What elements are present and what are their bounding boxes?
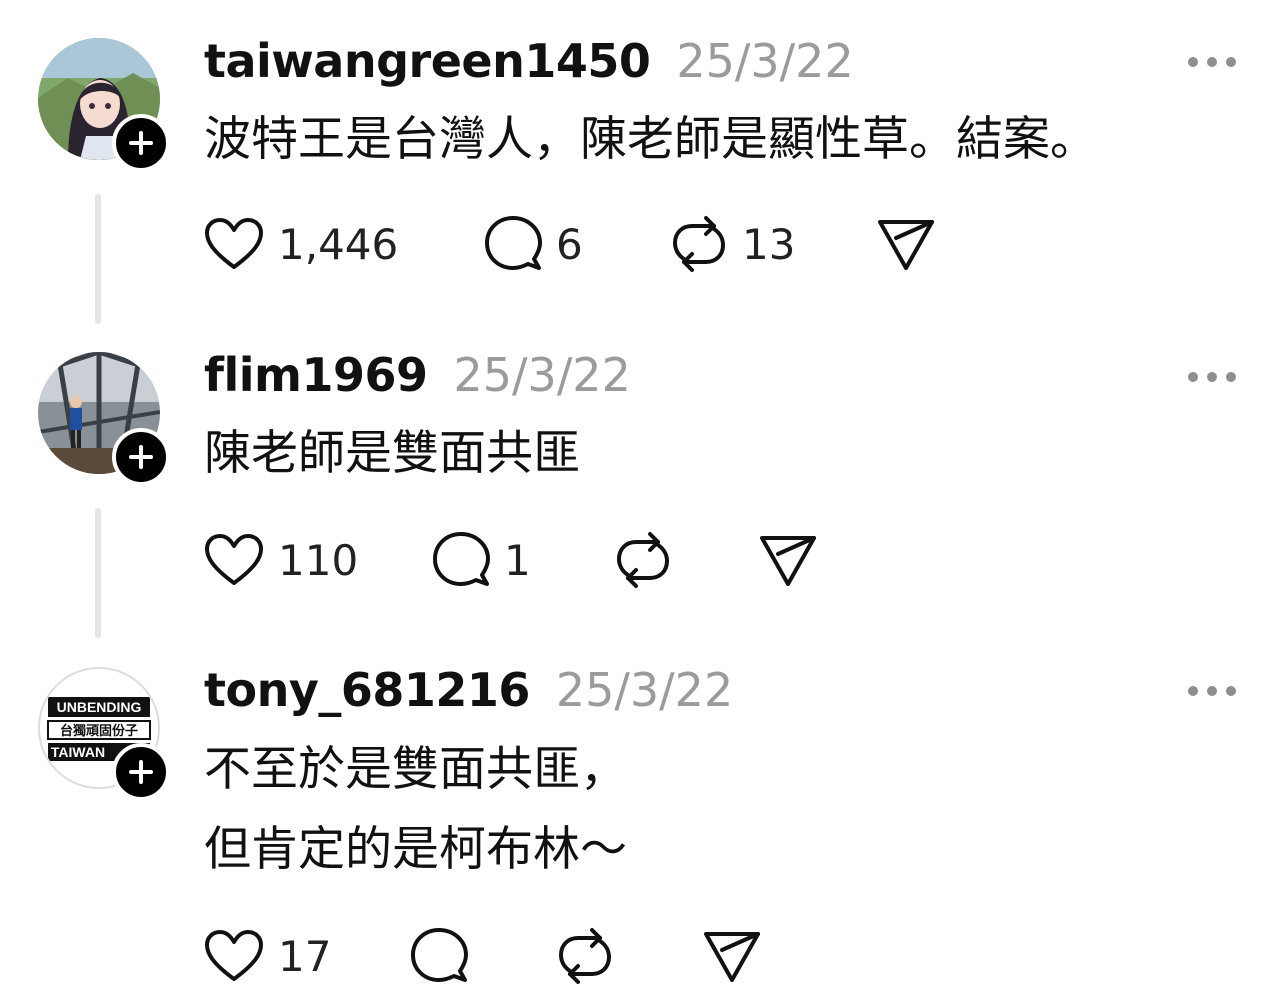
comment-icon	[433, 532, 490, 586]
reply-button[interactable]: 1	[432, 530, 531, 590]
avatar-text-3: TAIWAN	[51, 744, 105, 760]
heart-icon	[205, 930, 263, 981]
heart-icon	[205, 218, 263, 269]
heart-icon	[205, 534, 263, 585]
repost-button[interactable]	[556, 926, 614, 986]
repost-count: 13	[742, 219, 796, 269]
plus-icon	[129, 760, 153, 784]
reply-button[interactable]	[410, 926, 468, 986]
reply-count: 6	[556, 219, 583, 269]
post-text: 波特王是台灣人，陳老師是顯性草。結案。	[204, 100, 1097, 180]
post-text-line: 陳老師是雙面共匪	[204, 426, 580, 481]
post-text-line: 波特王是台灣人，陳老師是顯性草。結案。	[204, 112, 1097, 167]
avatar-text-1: UNBENDING	[57, 699, 142, 715]
thread-line	[95, 194, 101, 324]
avatar-text-2: 台獨頑固份子	[60, 723, 138, 739]
repost-button[interactable]	[614, 530, 672, 590]
reply-count: 1	[504, 535, 531, 585]
thread-line	[95, 508, 101, 638]
plus-icon	[129, 131, 153, 155]
post-text-line: 不至於是雙面共匪，	[204, 742, 627, 797]
username[interactable]: tony_681216	[204, 663, 530, 717]
reply-button[interactable]: 6	[484, 214, 583, 274]
username[interactable]: taiwangreen1450	[204, 34, 651, 88]
like-count: 1,446	[278, 219, 399, 269]
plus-icon	[129, 445, 153, 469]
repost-icon	[616, 532, 670, 588]
post-text: 不至於是雙面共匪， 但肯定的是柯布林～	[204, 730, 627, 890]
comment-icon	[485, 216, 542, 270]
like-button[interactable]: 110	[204, 530, 358, 590]
send-icon	[878, 220, 934, 270]
share-button[interactable]	[702, 926, 762, 986]
follow-button[interactable]	[112, 428, 170, 486]
repost-button[interactable]: 13	[670, 214, 795, 274]
repost-icon	[558, 928, 612, 984]
comment-icon	[411, 928, 468, 982]
share-button[interactable]	[876, 214, 936, 274]
like-count: 17	[278, 931, 332, 981]
timestamp[interactable]: 25/3/22	[454, 348, 631, 402]
send-icon	[704, 932, 760, 982]
follow-button[interactable]	[112, 114, 170, 172]
like-button[interactable]: 17	[204, 926, 331, 986]
share-button[interactable]	[758, 530, 818, 590]
follow-button[interactable]	[112, 743, 170, 801]
more-options-icon[interactable]	[1188, 370, 1236, 384]
like-button[interactable]: 1,446	[204, 214, 398, 274]
timestamp[interactable]: 25/3/22	[556, 663, 733, 717]
more-options-icon[interactable]	[1188, 684, 1236, 698]
post-text-line: 但肯定的是柯布林～	[204, 822, 627, 877]
username[interactable]: flim1969	[204, 348, 428, 402]
post-text: 陳老師是雙面共匪	[204, 414, 580, 494]
more-options-icon[interactable]	[1188, 55, 1236, 69]
like-count: 110	[278, 535, 359, 585]
repost-icon	[672, 216, 726, 272]
send-icon	[760, 536, 816, 586]
timestamp[interactable]: 25/3/22	[676, 34, 853, 88]
